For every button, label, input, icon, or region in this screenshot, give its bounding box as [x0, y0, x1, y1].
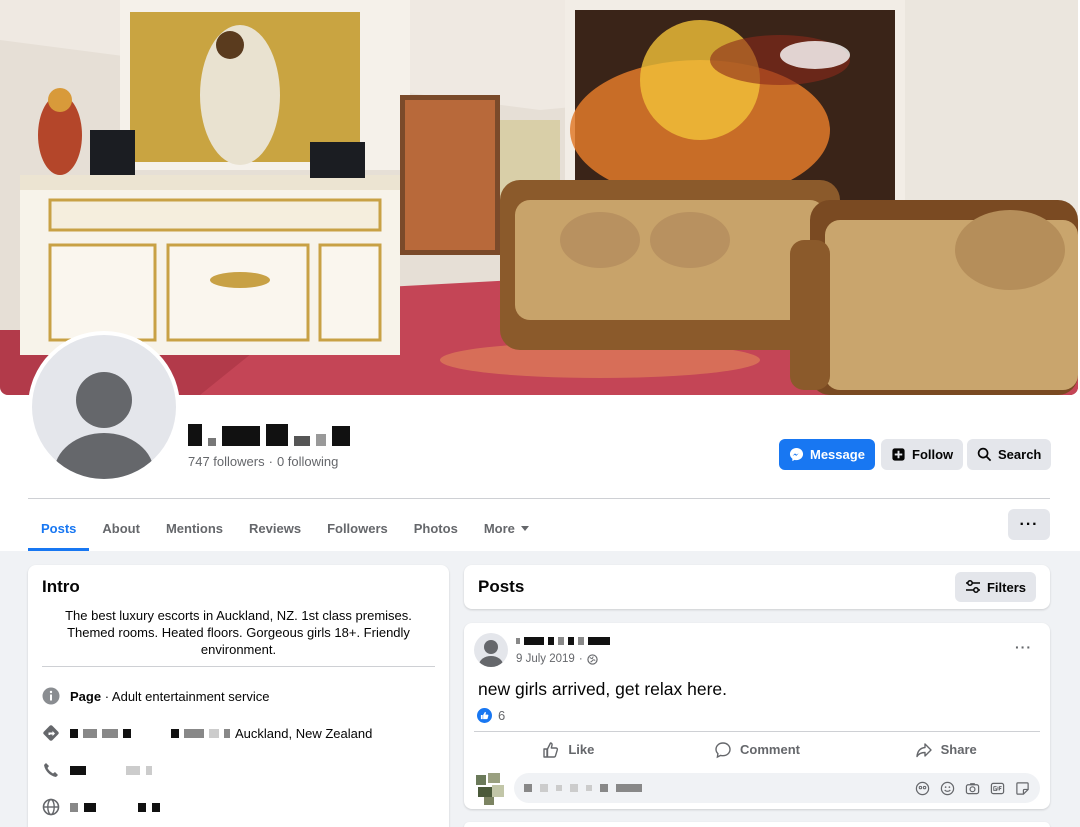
tab-label: Posts	[41, 520, 77, 536]
post-author-info: 9 July 2019 ·	[516, 635, 610, 665]
post-text: new girls arrived, get relax here.	[478, 679, 727, 699]
comment-icon	[715, 741, 731, 758]
comment-button[interactable]: Comment	[663, 732, 852, 767]
count-separator: ·	[268, 454, 273, 469]
intro-title: Intro	[42, 577, 80, 596]
post-actions: Like Comment Share	[474, 731, 1040, 767]
intro-bio: The best luxury escorts in Auckland, NZ.…	[42, 607, 435, 667]
viewer-avatar	[474, 771, 508, 805]
posts-header-card: Posts Filters	[464, 565, 1050, 609]
like-button[interactable]: Like	[474, 732, 663, 767]
share-label: Share	[940, 742, 977, 757]
tab-followers[interactable]: Followers	[314, 505, 401, 551]
emoji-icon[interactable]	[940, 781, 955, 796]
reaction-count: 6	[498, 708, 506, 723]
following-count[interactable]: 0 following	[277, 454, 338, 469]
phone-number[interactable]	[70, 765, 152, 775]
sliders-icon	[965, 580, 980, 593]
search-icon	[977, 447, 992, 462]
phone-icon	[42, 761, 60, 779]
thumbs-up-icon	[543, 741, 559, 758]
follower-counts: 747 followers · 0 following	[188, 454, 350, 469]
profile-header: 747 followers · 0 following Message Foll…	[0, 0, 1080, 551]
filters-button[interactable]: Filters	[954, 572, 1036, 602]
intro-card: Intro The best luxury escorts in Aucklan…	[28, 565, 449, 827]
gif-icon[interactable]	[990, 781, 1005, 796]
posts-title: Posts	[478, 577, 525, 596]
intro-website-row	[42, 798, 435, 816]
avatar-sticker-icon[interactable]	[915, 781, 930, 796]
tab-label: Reviews	[249, 520, 302, 536]
category-text: · Adult entertainment service	[101, 688, 270, 704]
website-link[interactable]	[70, 802, 160, 812]
tab-label: Mentions	[165, 520, 224, 536]
tab-photos[interactable]: Photos	[401, 505, 471, 551]
share-icon	[915, 742, 932, 757]
tab-posts[interactable]: Posts	[28, 505, 90, 551]
meta-dot: ·	[578, 653, 583, 665]
tab-label: Photos	[413, 520, 458, 536]
page-label: Page	[70, 688, 102, 704]
post-dots-icon: ···	[1015, 639, 1032, 655]
address-text: Auckland, New Zealand	[70, 726, 372, 741]
tab-about[interactable]: About	[89, 505, 153, 551]
more-dots-icon: ···	[1019, 515, 1039, 533]
header-divider	[28, 498, 1050, 499]
search-button[interactable]: Search	[967, 439, 1052, 470]
cover-photo-image	[0, 0, 1078, 395]
redacted-page-name	[188, 420, 350, 446]
camera-icon[interactable]	[965, 781, 980, 796]
post-meta: 9 July 2019 ·	[516, 653, 610, 665]
follow-button[interactable]: Follow	[881, 439, 964, 470]
comment-composer	[474, 771, 1040, 805]
tab-label: About	[102, 520, 140, 536]
intro-address-row: Auckland, New Zealand	[42, 724, 435, 742]
profile-tabs: Posts About Mentions Reviews Followers P…	[28, 505, 542, 551]
post-card: ··· 9 July 2019 · new girls arrived, get…	[464, 623, 1050, 809]
profile-avatar[interactable]	[28, 331, 180, 483]
post-options-button[interactable]: ···	[1015, 639, 1032, 655]
redacted-author-name[interactable]	[516, 635, 610, 647]
messenger-icon	[789, 447, 804, 462]
comment-label: Comment	[740, 742, 800, 757]
post-author: 9 July 2019 ·	[474, 633, 1040, 667]
tab-label: More	[483, 520, 515, 536]
directions-icon	[42, 724, 60, 742]
comment-placeholder	[524, 784, 642, 792]
tab-more[interactable]: More	[471, 505, 542, 551]
author-avatar[interactable]	[474, 633, 508, 667]
message-label: Message	[810, 447, 865, 462]
message-button[interactable]: Message	[779, 439, 875, 470]
like-reaction-icon	[477, 708, 492, 723]
follow-icon	[892, 448, 905, 461]
reaction-summary[interactable]: 6	[477, 708, 1040, 723]
chevron-down-icon	[520, 525, 529, 531]
info-icon	[42, 687, 60, 705]
globe-icon	[42, 798, 60, 816]
more-options-button[interactable]: ···	[1008, 509, 1050, 540]
intro-category-row: Page · Adult entertainment service	[42, 687, 435, 705]
next-post-card	[464, 822, 1050, 827]
profile-identity: 747 followers · 0 following	[188, 420, 350, 469]
default-avatar-icon	[32, 335, 176, 479]
globe-icon	[586, 653, 598, 665]
follow-label: Follow	[912, 447, 954, 462]
filters-label: Filters	[986, 579, 1026, 595]
search-label: Search	[998, 447, 1042, 462]
followers-count[interactable]: 747 followers	[188, 454, 265, 469]
comment-tools	[915, 781, 1030, 796]
comment-input[interactable]	[514, 773, 1040, 803]
like-label: Like	[568, 742, 595, 757]
post-date[interactable]: 9 July 2019	[516, 653, 575, 665]
intro-phone-row	[42, 761, 435, 779]
page-category: Page · Adult entertainment service	[70, 689, 269, 704]
tab-label: Followers	[327, 520, 388, 536]
cover-photo[interactable]	[0, 0, 1078, 395]
address-city: Auckland, New Zealand	[235, 725, 373, 741]
tab-mentions[interactable]: Mentions	[153, 505, 236, 551]
sticker-icon[interactable]	[1015, 781, 1030, 796]
share-button[interactable]: Share	[851, 732, 1040, 767]
tab-reviews[interactable]: Reviews	[236, 505, 314, 551]
